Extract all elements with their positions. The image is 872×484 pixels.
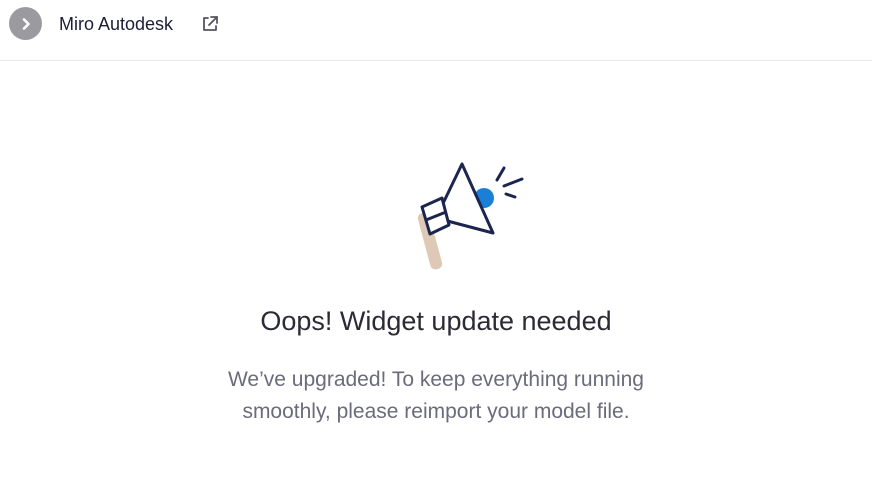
megaphone-icon xyxy=(417,162,524,270)
external-link-icon xyxy=(203,16,218,31)
error-message: We’ve upgraded! To keep everything runni… xyxy=(227,368,644,423)
widget-header: Miro Autodesk xyxy=(0,0,872,61)
illustration xyxy=(412,158,532,276)
collapse-button[interactable] xyxy=(9,7,42,40)
open-external-link[interactable] xyxy=(200,14,220,34)
chevron-right-icon xyxy=(22,17,30,30)
widget-title: Miro Autodesk xyxy=(59,14,174,34)
error-heading: Oops! Widget update needed xyxy=(260,306,612,336)
